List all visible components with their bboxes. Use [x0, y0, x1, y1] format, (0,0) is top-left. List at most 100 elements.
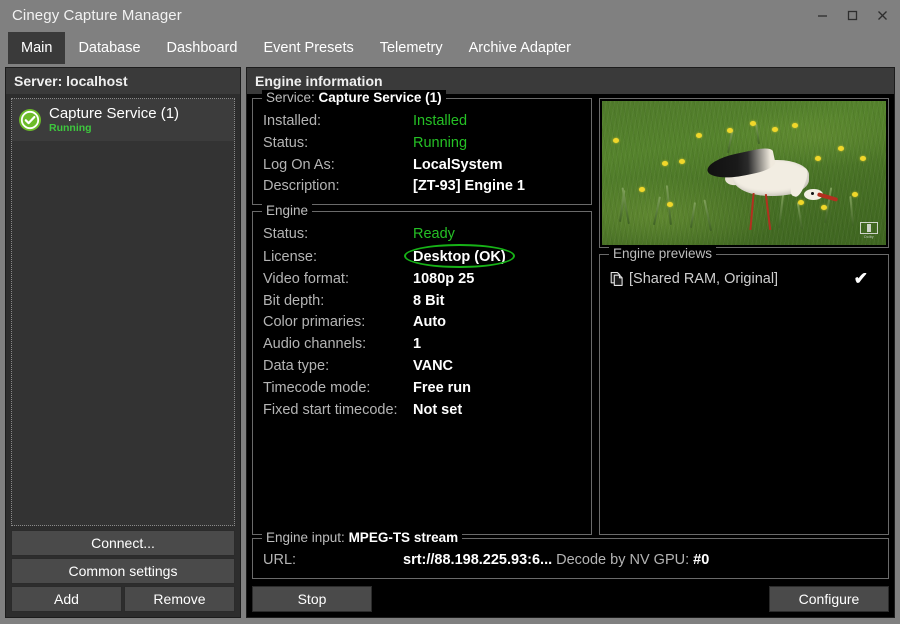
application-window: Cinegy Capture Manager Main Database Das…	[0, 0, 900, 624]
row-audio-channels: Audio channels: 1	[263, 334, 583, 356]
row-license: License: Desktop (OK)	[263, 243, 583, 269]
row-status-value: Running	[413, 134, 468, 151]
flower	[695, 132, 702, 138]
preview-label: [Shared RAM, Original]	[629, 271, 779, 287]
video-preview-container[interactable]: Dolby	[599, 98, 889, 248]
title-bar: Cinegy Capture Manager	[0, 0, 900, 30]
row-status-key: Status:	[263, 134, 309, 151]
service-list[interactable]: Capture Service (1) Running	[11, 98, 235, 526]
close-icon[interactable]	[868, 2, 896, 28]
url-row: URL: srt://88.198.225.93:6... Decode by …	[263, 552, 880, 568]
row-data-type: Data type: VANC	[263, 356, 583, 378]
tab-bar: Main Database Dashboard Event Presets Te…	[0, 30, 900, 64]
server-panel: Server: localhost Capture Service (1) Ru…	[5, 67, 241, 618]
row-engine-status-key: Status:	[263, 226, 309, 243]
engine-previews-title: Engine previews	[609, 246, 717, 261]
engine-input-title-value: MPEG-TS stream	[348, 530, 459, 545]
row-fixed-start-timecode-value: Not set	[413, 401, 463, 418]
engine-columns: Service: Capture Service (1) Installed: …	[252, 90, 889, 535]
list-item[interactable]: Capture Service (1) Running	[12, 99, 234, 141]
engine-groupbox: Engine Status: Ready License: Desktop (O…	[252, 203, 592, 535]
row-installed: Installed: Installed	[263, 111, 583, 133]
common-settings-button[interactable]: Common settings	[11, 558, 235, 584]
row-installed-key: Installed:	[263, 113, 322, 129]
row-fixed-start-timecode-key: Fixed start timecode:	[263, 401, 398, 418]
window-title: Cinegy Capture Manager	[12, 6, 182, 24]
row-description: Description: [ZT-93] Engine 1	[263, 176, 583, 198]
server-panel-body: Capture Service (1) Running Connect... C…	[6, 94, 240, 617]
row-video-format-value: 1080p 25	[413, 270, 475, 287]
row-timecode-mode-key: Timecode mode:	[263, 379, 371, 396]
row-license-value: Desktop (OK)	[413, 248, 506, 265]
configure-button[interactable]: Configure	[769, 586, 889, 612]
url-value: srt://88.198.225.93:6...	[403, 552, 553, 568]
row-logonas-value: LocalSystem	[413, 156, 503, 173]
service-groupbox: Service: Capture Service (1) Installed: …	[252, 90, 592, 206]
decode-label: Decode by NV GPU:	[556, 552, 690, 568]
tab-database[interactable]: Database	[65, 32, 153, 64]
engine-input-title: Engine input: MPEG-TS stream	[262, 530, 463, 545]
flower	[851, 191, 858, 197]
content-area: Server: localhost Capture Service (1) Ru…	[0, 64, 900, 624]
stork-leg	[749, 193, 755, 231]
engine-information-panel: Engine information Service: Capture Serv…	[246, 67, 895, 618]
connect-button[interactable]: Connect...	[11, 530, 235, 556]
tab-event-presets[interactable]: Event Presets	[250, 32, 366, 64]
row-timecode-mode-value: Free run	[413, 379, 472, 396]
row-color-primaries-value: Auto	[413, 314, 447, 331]
engine-groupbox-title: Engine	[262, 203, 313, 219]
row-data-type-value: VANC	[413, 357, 454, 374]
row-color-primaries: Color primaries: Auto	[263, 312, 583, 334]
service-texts: Capture Service (1) Running	[49, 104, 180, 135]
stork-leg	[764, 194, 772, 230]
service-name: Capture Service (1)	[49, 104, 180, 122]
engine-previews-groupbox: Engine previews [Shared RAM, Original] ✔	[599, 246, 889, 535]
engine-input-title-prefix: Engine input:	[266, 530, 349, 545]
engine-details-column: Service: Capture Service (1) Installed: …	[252, 90, 592, 535]
list-item[interactable]: [Shared RAM, Original] ✔	[610, 267, 880, 291]
row-color-primaries-key: Color primaries:	[263, 314, 366, 331]
dolby-watermark-icon: Dolby	[858, 220, 880, 240]
service-groupbox-title: Service: Capture Service (1)	[262, 90, 446, 105]
maximize-icon[interactable]	[838, 2, 866, 28]
row-bit-depth-key: Bit depth:	[263, 292, 325, 309]
remove-button[interactable]: Remove	[124, 586, 235, 612]
dolby-mark	[860, 221, 878, 234]
row-logonas-key: Log On As:	[263, 156, 335, 173]
tab-dashboard[interactable]: Dashboard	[154, 32, 251, 64]
engine-input-groupbox: Engine input: MPEG-TS stream URL: srt://…	[252, 530, 889, 579]
row-fixed-start-timecode: Fixed start timecode: Not set	[263, 400, 583, 422]
dolby-watermark-label: Dolby	[864, 234, 874, 239]
green-check-circle-icon	[18, 108, 42, 132]
row-engine-status: Status: Ready	[263, 224, 583, 246]
tab-main[interactable]: Main	[8, 32, 66, 64]
row-description-key: Description:	[263, 178, 340, 195]
add-button[interactable]: Add	[11, 586, 122, 612]
row-license-key: License:	[263, 248, 318, 265]
minimize-icon[interactable]	[808, 2, 836, 28]
row-installed-value: Installed	[413, 113, 468, 129]
row-timecode-mode: Timecode mode: Free run	[263, 378, 583, 400]
tab-telemetry[interactable]: Telemetry	[367, 32, 456, 64]
flower	[749, 121, 756, 127]
row-video-format: Video format: 1080p 25	[263, 269, 583, 291]
row-data-type-key: Data type:	[263, 357, 330, 374]
engine-preview-column: Dolby Engine previews [Shared RAM, Origi…	[599, 98, 889, 535]
flower	[792, 122, 799, 128]
service-title-value: Capture Service (1)	[318, 90, 442, 105]
add-remove-row: Add Remove	[11, 586, 235, 612]
server-panel-header: Server: localhost	[6, 68, 240, 94]
row-status: Status: Running	[263, 133, 583, 155]
check-icon[interactable]: ✔	[854, 269, 878, 289]
row-description-value: [ZT-93] Engine 1	[413, 178, 525, 195]
row-bit-depth-value: 8 Bit	[413, 292, 445, 309]
copy-pages-icon	[610, 271, 625, 287]
stop-button[interactable]: Stop	[252, 586, 372, 612]
engine-information-body: Service: Capture Service (1) Installed: …	[247, 90, 894, 617]
row-video-format-key: Video format:	[263, 270, 349, 287]
tab-archive-adapter[interactable]: Archive Adapter	[456, 32, 584, 64]
row-engine-status-value: Ready	[413, 226, 455, 243]
video-preview: Dolby	[602, 101, 886, 245]
row-logonas: Log On As: LocalSystem	[263, 155, 583, 177]
engine-action-bar: Stop Configure	[252, 582, 889, 612]
